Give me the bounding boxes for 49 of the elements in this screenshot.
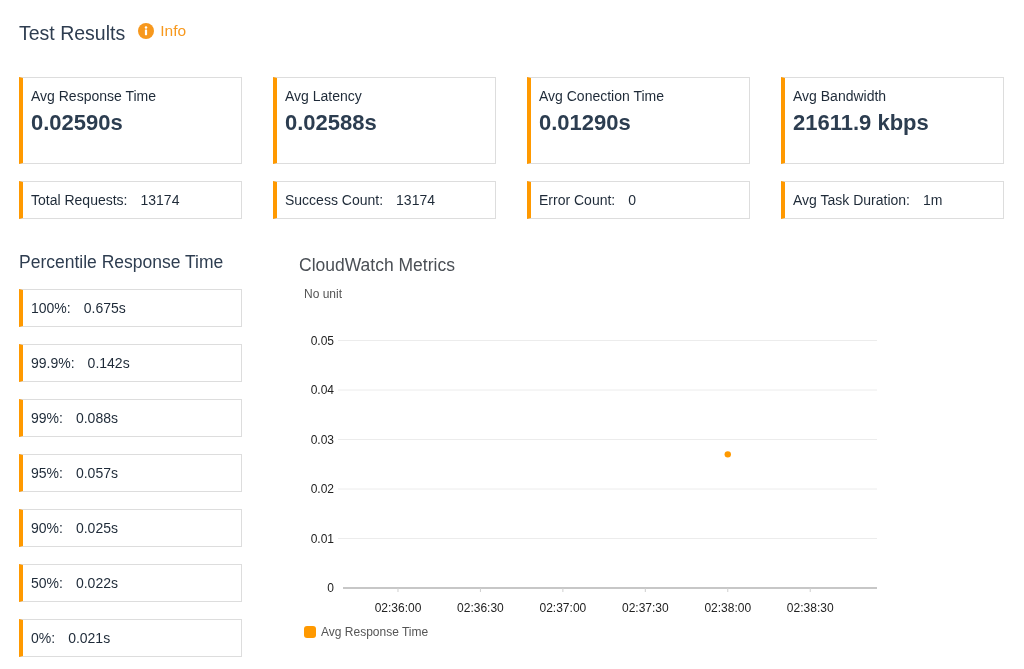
percentile-label: 0%:: [31, 629, 56, 647]
y-tick-label: 0.03: [310, 432, 334, 447]
y-tick-label: 0.02: [310, 482, 334, 496]
axis-unit-label: No unit: [304, 287, 343, 301]
percentile-label: 95%:: [31, 464, 63, 482]
chart-title: CloudWatch Metrics: [299, 254, 455, 276]
percentile-label: 100%:: [31, 299, 71, 317]
legend-label: Avg Response Time: [321, 625, 429, 639]
percentile-label: 99.9%:: [31, 354, 75, 372]
metric-value: 0.02590s: [31, 109, 123, 137]
metric-value: 0.01290s: [539, 109, 631, 137]
metric-value: 0.02588s: [285, 109, 377, 137]
stat-label: Avg Task Duration:: [793, 191, 910, 209]
percentile-value: 0.022s: [75, 574, 118, 592]
metric-label: Avg Bandwidth: [793, 87, 887, 105]
percentile-value: 0.025s: [75, 519, 118, 537]
metric-label: Avg Conection Time: [539, 87, 665, 105]
y-tick-label: 0.05: [310, 333, 334, 348]
stat-value: 13174: [396, 191, 435, 209]
x-tick-label: 02:37:30: [621, 601, 669, 615]
x-tick-label: 02:38:00: [704, 601, 752, 615]
y-tick-label: 0: [327, 581, 334, 595]
stat-value: 13174: [140, 191, 180, 209]
y-tick-label: 0.01: [310, 531, 334, 546]
percentile-value: 0.021s: [68, 629, 111, 647]
page-title: Test Results: [19, 21, 126, 46]
info-icon: [138, 23, 155, 39]
y-tick-label: 0.04: [310, 383, 334, 397]
section-title: Percentile Response Time: [19, 251, 224, 273]
percentile-label: 90%:: [31, 519, 63, 537]
percentile-value: 0.675s: [83, 299, 126, 317]
stat-label: Total Requests:: [31, 191, 128, 209]
percentile-value: 0.057s: [75, 464, 118, 482]
x-tick-label: 02:36:30: [457, 601, 504, 615]
x-tick-label: 02:36:00: [374, 601, 422, 615]
metric-label: Avg Response Time: [31, 87, 157, 105]
stat-label: Success Count:: [285, 191, 384, 209]
stat-value: 0: [628, 191, 637, 209]
stat-value: 1m: [923, 191, 943, 209]
percentile-label: 99%:: [31, 409, 63, 427]
percentile-value: 0.088s: [75, 409, 118, 427]
x-tick-label: 02:37:00: [539, 601, 587, 615]
metric-label: Avg Latency: [285, 87, 362, 105]
x-tick-label: 02:38:30: [786, 601, 834, 615]
stat-label: Error Count:: [539, 191, 616, 209]
info-link[interactable]: Info: [138, 21, 187, 41]
percentile-value: 0.142s: [87, 354, 130, 372]
percentile-label: 50%:: [31, 574, 63, 592]
metric-value: 21611.9 kbps: [793, 109, 929, 137]
